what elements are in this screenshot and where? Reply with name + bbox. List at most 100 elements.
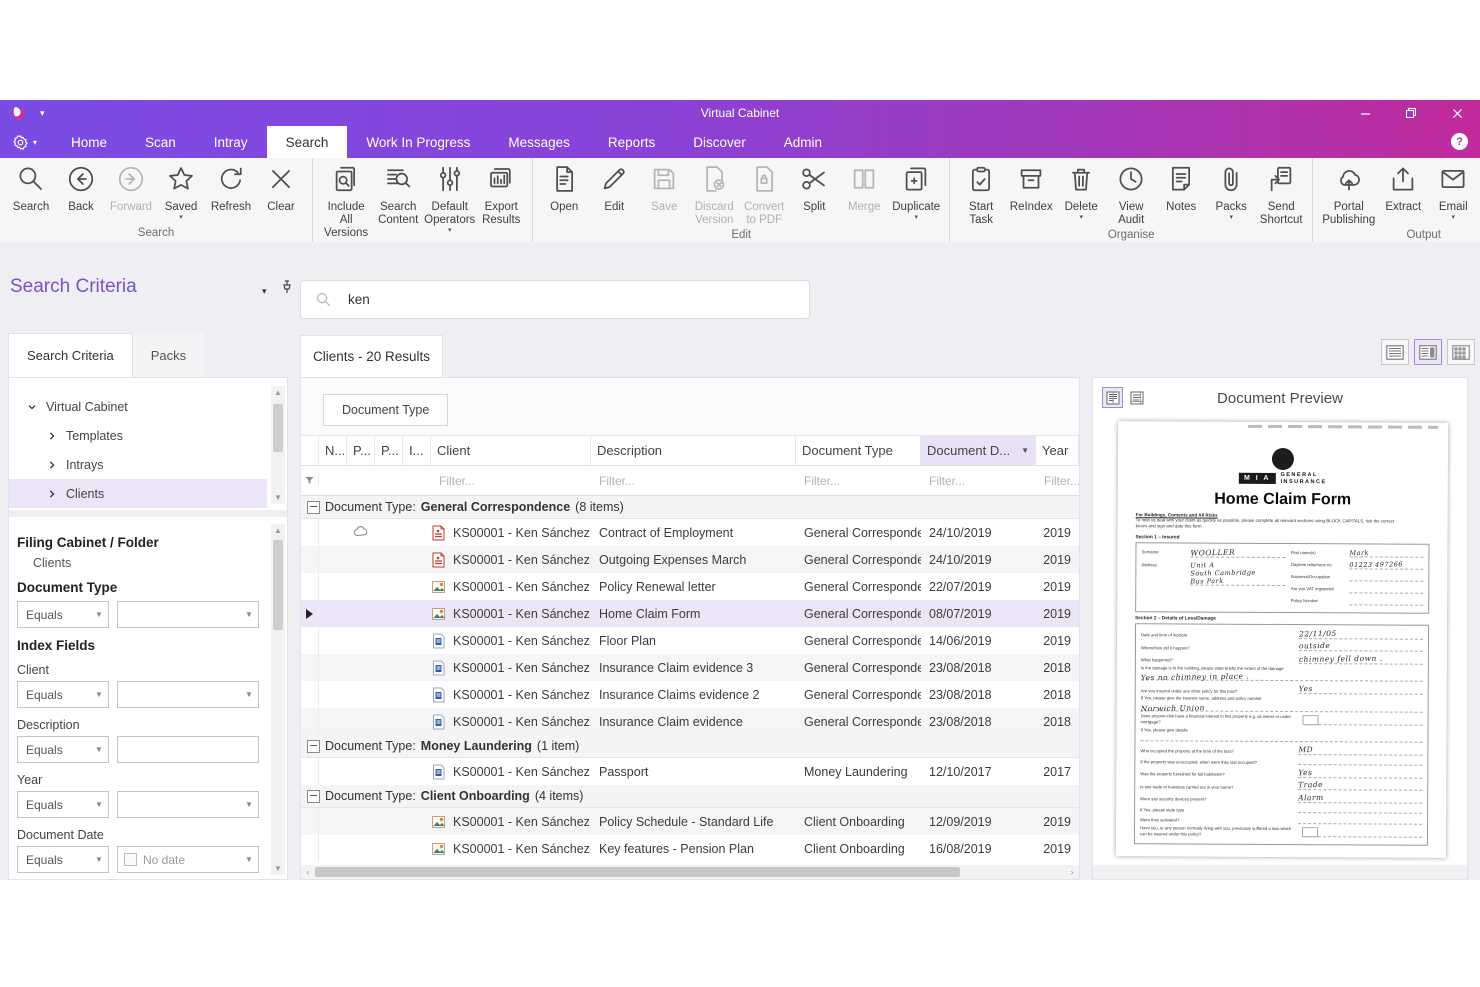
packs-button[interactable]: Packs▾ bbox=[1206, 162, 1256, 222]
notes-button[interactable]: Notes bbox=[1156, 162, 1206, 216]
value-select[interactable]: No date▼ bbox=[117, 846, 259, 873]
search-criteria-caret-icon[interactable]: ▾ bbox=[262, 286, 267, 297]
tree-item-intrays[interactable]: Intrays bbox=[9, 450, 267, 479]
menu-tab-intray[interactable]: Intray bbox=[195, 126, 267, 158]
table-row[interactable]: KS00001 - Ken SánchezInsurance Claim evi… bbox=[301, 708, 1079, 735]
list-view-button[interactable] bbox=[1381, 339, 1409, 365]
collapse-group-icon[interactable] bbox=[307, 740, 320, 753]
operator-select[interactable]: Equals▼ bbox=[17, 736, 109, 763]
send-shortcut-button[interactable]: Send Shortcut bbox=[1256, 162, 1306, 229]
collapse-group-icon[interactable] bbox=[307, 501, 320, 514]
menu-tab-work-in-progress[interactable]: Work In Progress bbox=[347, 126, 489, 158]
chevron-right-icon[interactable] bbox=[47, 431, 57, 441]
value-select[interactable]: ▼ bbox=[117, 791, 259, 818]
search-content-button[interactable]: Search Content bbox=[373, 162, 423, 229]
group-header[interactable]: Document Type: General Correspondence (8… bbox=[301, 496, 1079, 519]
close-button[interactable] bbox=[1434, 100, 1480, 126]
tab-search-criteria[interactable]: Search Criteria bbox=[8, 333, 133, 377]
chevron-right-icon[interactable] bbox=[47, 489, 57, 499]
reindex-button[interactable]: ReIndex bbox=[1006, 162, 1056, 216]
table-row[interactable]: KS00001 - Ken SánchezPassportMoney Laund… bbox=[301, 758, 1079, 785]
column-header-date[interactable]: Document D...▼ bbox=[921, 436, 1036, 465]
operator-select[interactable]: Equals▼ bbox=[17, 681, 109, 708]
operator-select[interactable]: Equals▼ bbox=[17, 846, 109, 873]
include-all-versions-button[interactable]: Include All Versions bbox=[319, 162, 373, 242]
column-header-p2[interactable]: P... bbox=[375, 436, 403, 465]
table-row[interactable]: KS00001 - Ken SánchezPolicy Renewal lett… bbox=[301, 573, 1079, 600]
minimize-button[interactable] bbox=[1342, 100, 1388, 126]
horizontal-scrollbar[interactable]: ‹ › bbox=[301, 865, 1079, 879]
filter-cell-year[interactable]: Filter... bbox=[1036, 474, 1079, 488]
group-header[interactable]: Document Type: Client Onboarding (4 item… bbox=[301, 785, 1079, 808]
grid-view-button[interactable] bbox=[1447, 339, 1475, 365]
value-select[interactable]: ▼ bbox=[117, 681, 259, 708]
tab-packs[interactable]: Packs bbox=[133, 333, 204, 377]
menu-tab-admin[interactable]: Admin bbox=[765, 126, 841, 158]
scroll-up-icon[interactable]: ▲ bbox=[274, 524, 282, 537]
table-row[interactable]: KS00001 - Ken SánchezOutgoing Expenses M… bbox=[301, 546, 1079, 573]
tree-item-templates[interactable]: Templates bbox=[9, 421, 267, 450]
menu-tab-reports[interactable]: Reports bbox=[589, 126, 674, 158]
delete-button[interactable]: Delete▾ bbox=[1056, 162, 1106, 222]
preview-view-button[interactable] bbox=[1414, 339, 1442, 365]
tree-scrollbar[interactable]: ▲ ▼ bbox=[271, 386, 285, 504]
table-row[interactable]: KS00001 - Ken SánchezInsurance Claims ev… bbox=[301, 681, 1079, 708]
table-row[interactable]: KS00001 - Ken SánchezHome Claim FormGene… bbox=[301, 600, 1079, 627]
table-row[interactable]: KS00001 - Ken SánchezInsurance Claim evi… bbox=[301, 654, 1079, 681]
filters-scrollbar[interactable]: ▲ ▼ bbox=[271, 524, 285, 875]
tree-item-root[interactable]: Virtual Cabinet bbox=[9, 392, 267, 421]
email-button[interactable]: Email▾ bbox=[1428, 162, 1478, 222]
saved-button[interactable]: Saved▾ bbox=[156, 162, 206, 222]
menu-tab-scan[interactable]: Scan bbox=[126, 126, 195, 158]
column-header-p1[interactable]: P... bbox=[347, 436, 375, 465]
edit-button[interactable]: Edit bbox=[589, 162, 639, 216]
menu-tab-search[interactable]: Search bbox=[267, 126, 348, 158]
scroll-right-icon[interactable]: › bbox=[1065, 867, 1079, 877]
portal-publishing-button[interactable]: Portal Publishing bbox=[1319, 162, 1378, 229]
table-row[interactable]: KS00001 - Ken SánchezFloor PlanGeneral C… bbox=[301, 627, 1079, 654]
filter-cell-client[interactable]: Filter... bbox=[431, 474, 591, 488]
view-audit-button[interactable]: View Audit bbox=[1106, 162, 1156, 229]
column-header-type[interactable]: Document Type bbox=[796, 436, 921, 465]
results-tab[interactable]: Clients - 20 Results bbox=[300, 335, 443, 377]
menu-tab-discover[interactable]: Discover bbox=[674, 126, 765, 158]
refresh-button[interactable]: Refresh bbox=[206, 162, 256, 216]
value-select[interactable]: ▼ bbox=[117, 601, 259, 628]
open-button[interactable]: Open bbox=[539, 162, 589, 216]
filter-cell-type[interactable]: Filter... bbox=[796, 474, 921, 488]
start-task-button[interactable]: Start Task bbox=[956, 162, 1006, 229]
table-row[interactable]: KS00001 - Ken SánchezPolicy Schedule - S… bbox=[301, 808, 1079, 835]
tree-item-clients[interactable]: Clients bbox=[9, 479, 267, 508]
column-header-year[interactable]: Year bbox=[1036, 436, 1079, 465]
scroll-left-icon[interactable]: ‹ bbox=[301, 867, 315, 877]
scroll-down-icon[interactable]: ▼ bbox=[274, 491, 282, 504]
split-button[interactable]: Split bbox=[789, 162, 839, 216]
search-bar[interactable] bbox=[300, 280, 810, 319]
filter-cell-date[interactable]: Filter... bbox=[921, 474, 1036, 488]
group-by-chip[interactable]: Document Type bbox=[323, 394, 448, 426]
search-button[interactable]: Search bbox=[6, 162, 56, 216]
column-header-n[interactable]: N... bbox=[319, 436, 347, 465]
no-date-checkbox[interactable] bbox=[124, 853, 137, 866]
default-operators-button[interactable]: Default Operators▾ bbox=[423, 162, 476, 235]
scroll-up-icon[interactable]: ▲ bbox=[274, 386, 282, 399]
operator-select[interactable]: Equals▼ bbox=[17, 601, 109, 628]
column-header-client[interactable]: Client bbox=[431, 436, 591, 465]
restore-button[interactable] bbox=[1388, 100, 1434, 126]
table-row[interactable]: KS00001 - Ken SánchezContract of Employm… bbox=[301, 519, 1079, 546]
filter-cell-desc[interactable]: Filter... bbox=[591, 474, 796, 488]
chevron-down-icon[interactable] bbox=[27, 402, 37, 412]
clear-button[interactable]: Clear bbox=[256, 162, 306, 216]
table-row[interactable]: KS00001 - Ken SánchezKey features - Pens… bbox=[301, 835, 1079, 862]
back-button[interactable]: Back bbox=[56, 162, 106, 216]
export-results-button[interactable]: Export Results bbox=[476, 162, 526, 229]
extract-button[interactable]: Extract bbox=[1378, 162, 1428, 216]
value-input[interactable] bbox=[117, 736, 259, 763]
collapse-group-icon[interactable] bbox=[307, 790, 320, 803]
pin-icon[interactable] bbox=[281, 280, 293, 299]
menu-tab-messages[interactable]: Messages bbox=[489, 126, 589, 158]
settings-menu[interactable]: ▾ bbox=[12, 126, 37, 158]
search-input[interactable] bbox=[346, 291, 809, 308]
scroll-down-icon[interactable]: ▼ bbox=[274, 862, 282, 875]
help-button[interactable]: ? bbox=[1451, 133, 1468, 150]
